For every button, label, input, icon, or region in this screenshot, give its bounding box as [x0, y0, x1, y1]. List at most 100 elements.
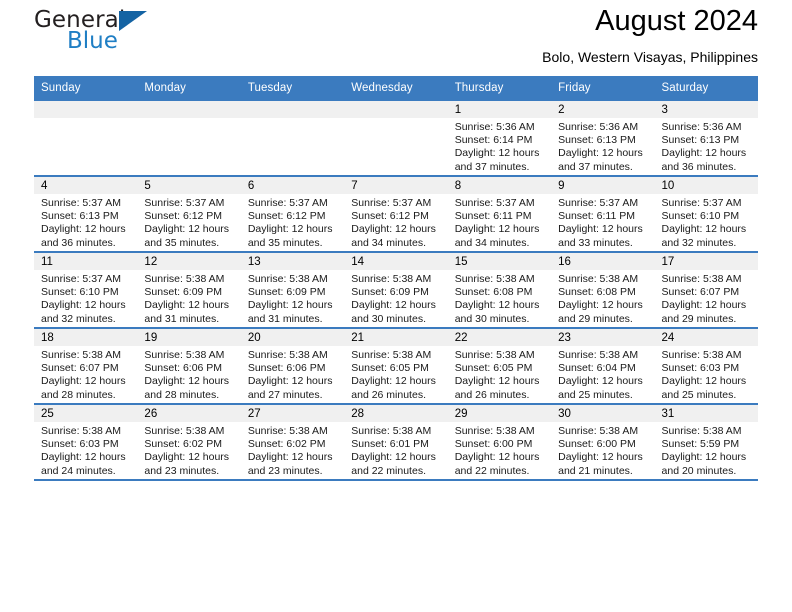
day-cell-content: 2 Sunrise: 5:36 AM Sunset: 6:13 PM Daylight…: [551, 101, 655, 175]
day-cell-content: 22 Sunrise: 5:38 AM Sunset: 6:05 PM Dayligh…: [447, 329, 552, 403]
calendar-day-cell[interactable]: 5 Sunrise: 5:37 AM Sunset: 6:12 PM Daylight…: [137, 175, 241, 252]
calendar-day-cell[interactable]: 7 Sunrise: 5:37 AM Sunset: 6:12 PM Daylight…: [344, 175, 448, 252]
calendar-day-cell[interactable]: 23 Sunrise: 5:38 AM Sunset: 6:04 PM Dayligh…: [551, 327, 655, 404]
sunrise-time: Sunrise: 5:38 AM: [247, 425, 328, 437]
daylight-duration-line1: Daylight: 12 hours: [41, 223, 126, 236]
daylight-duration-line2: and 34 minutes.: [351, 236, 426, 249]
calendar-day-cell[interactable]: 22 Sunrise: 5:38 AM Sunset: 6:05 PM Dayligh…: [447, 327, 552, 404]
day-cell-details: Sunrise: 5:38 AM Sunset: 6:02 PM Daylight:…: [241, 422, 344, 478]
day-cell-content: 26 Sunrise: 5:38 AM Sunset: 6:02 PM Dayligh…: [137, 405, 241, 479]
calendar-day-cell[interactable]: 31 Sunrise: 5:38 AM Sunset: 5:59 PM Dayligh…: [654, 403, 758, 479]
brand-logo[interactable]: General Blue: [34, 0, 234, 53]
calendar-day-cell[interactable]: 10 Sunrise: 5:37 AM Sunset: 6:10 PM Dayligh…: [654, 175, 758, 252]
daylight-duration-line2: and 34 minutes.: [454, 236, 530, 249]
daylight-duration-line1: Daylight: 12 hours: [144, 299, 230, 312]
day-cell-details: Sunrise: 5:38 AM Sunset: 6:06 PM Daylight:…: [137, 346, 240, 402]
day-number: 16: [551, 253, 655, 270]
weekday-header-wednesday: Wednesday: [344, 76, 448, 100]
daylight-duration-line2: and 31 minutes.: [247, 312, 323, 325]
day-number: 14: [344, 253, 448, 270]
calendar-day-cell[interactable]: 20 Sunrise: 5:38 AM Sunset: 6:06 PM Dayligh…: [240, 327, 345, 404]
sunrise-time: Sunrise: 5:37 AM: [351, 197, 432, 209]
day-number: 28: [344, 405, 448, 422]
calendar-day-cell[interactable]: 9 Sunrise: 5:37 AM Sunset: 6:11 PM Daylight…: [551, 175, 655, 252]
sunset-time: Sunset: 6:10 PM: [41, 286, 119, 299]
calendar-day-cell[interactable]: 26 Sunrise: 5:38 AM Sunset: 6:02 PM Dayligh…: [137, 403, 241, 479]
sunrise-time: Sunrise: 5:38 AM: [661, 349, 742, 361]
daylight-duration-line2: and 32 minutes.: [661, 236, 737, 249]
sunset-time: Sunset: 6:07 PM: [41, 362, 119, 375]
calendar-day-cell[interactable]: 12 Sunrise: 5:38 AM Sunset: 6:09 PM Dayligh…: [137, 251, 241, 328]
calendar-day-cell[interactable]: 21 Sunrise: 5:38 AM Sunset: 6:05 PM Dayligh…: [344, 327, 448, 404]
sunset-time: Sunset: 6:07 PM: [661, 286, 740, 299]
calendar-day-cell[interactable]: 2 Sunrise: 5:36 AM Sunset: 6:13 PM Daylight…: [551, 99, 655, 176]
daylight-duration-line1: Daylight: 12 hours: [351, 223, 436, 236]
calendar-day-cell[interactable]: 24 Sunrise: 5:38 AM Sunset: 6:03 PM Dayligh…: [654, 327, 758, 404]
daylight-duration-line2: and 20 minutes.: [661, 464, 737, 477]
calendar-day-cell[interactable]: 28 Sunrise: 5:38 AM Sunset: 6:01 PM Dayligh…: [344, 403, 448, 479]
sunset-time: Sunset: 6:11 PM: [558, 210, 635, 223]
calendar-day-cell[interactable]: 6 Sunrise: 5:37 AM Sunset: 6:12 PM Daylight…: [240, 175, 345, 252]
sunset-time: Sunset: 6:05 PM: [454, 362, 533, 375]
calendar-day-cell[interactable]: 13 Sunrise: 5:38 AM Sunset: 6:09 PM Dayligh…: [240, 251, 345, 328]
calendar-day-cell[interactable]: 4 Sunrise: 5:37 AM Sunset: 6:13 PM Daylight…: [34, 175, 138, 252]
sunrise-time: Sunrise: 5:37 AM: [558, 197, 639, 209]
weekday-header-thursday: Thursday: [447, 76, 552, 100]
calendar-day-cell[interactable]: 8 Sunrise: 5:37 AM Sunset: 6:11 PM Daylight…: [447, 175, 552, 252]
sunset-time: Sunset: 6:00 PM: [454, 438, 533, 451]
daylight-duration-line2: and 37 minutes.: [454, 160, 530, 173]
day-number: [344, 101, 448, 118]
sunrise-time: Sunrise: 5:38 AM: [41, 425, 121, 437]
day-cell-details: Sunrise: 5:38 AM Sunset: 6:05 PM Daylight:…: [448, 346, 551, 402]
calendar-day-cell[interactable]: 27 Sunrise: 5:38 AM Sunset: 6:02 PM Dayligh…: [240, 403, 345, 479]
daylight-duration-line1: Daylight: 12 hours: [661, 299, 747, 312]
sunrise-time: Sunrise: 5:38 AM: [41, 349, 121, 361]
sunrise-time: Sunrise: 5:38 AM: [558, 349, 639, 361]
calendar-week-row: 25 Sunrise: 5:38 AM Sunset: 6:03 PM Dayligh…: [34, 403, 758, 479]
calendar-day-cell[interactable]: 19 Sunrise: 5:38 AM Sunset: 6:06 PM Dayligh…: [137, 327, 241, 404]
day-cell-details: Sunrise: 5:37 AM Sunset: 6:12 PM Daylight:…: [241, 194, 344, 250]
calendar-day-cell[interactable]: 29 Sunrise: 5:38 AM Sunset: 6:00 PM Dayligh…: [447, 403, 552, 479]
day-cell-content: 31 Sunrise: 5:38 AM Sunset: 5:59 PM Dayligh…: [654, 405, 758, 479]
day-cell-content: [240, 101, 345, 175]
day-number: 29: [447, 405, 552, 422]
day-cell-details: Sunrise: 5:38 AM Sunset: 6:06 PM Daylight:…: [241, 346, 344, 402]
calendar-day-cell[interactable]: 15 Sunrise: 5:38 AM Sunset: 6:08 PM Dayligh…: [447, 251, 552, 328]
sunset-time: Sunset: 6:06 PM: [247, 362, 326, 375]
calendar-day-cell[interactable]: 11 Sunrise: 5:37 AM Sunset: 6:10 PM Dayligh…: [34, 251, 138, 328]
calendar-day-cell[interactable]: 18 Sunrise: 5:38 AM Sunset: 6:07 PM Dayligh…: [34, 327, 138, 404]
calendar-day-cell[interactable]: 25 Sunrise: 5:38 AM Sunset: 6:03 PM Dayligh…: [34, 403, 138, 479]
daylight-duration-line2: and 23 minutes.: [144, 464, 220, 477]
daylight-duration-line1: Daylight: 12 hours: [247, 451, 333, 464]
day-cell-content: 8 Sunrise: 5:37 AM Sunset: 6:11 PM Daylight…: [447, 177, 552, 251]
title-block: August 2024 Bolo, Western Visayas, Phili…: [542, 0, 758, 67]
daylight-duration-line2: and 27 minutes.: [247, 388, 323, 401]
calendar-bottom-rule: [34, 479, 758, 481]
day-cell-content: [137, 101, 241, 175]
sunrise-time: Sunrise: 5:37 AM: [41, 197, 121, 209]
daylight-duration-line2: and 24 minutes.: [41, 464, 116, 477]
calendar-day-cell[interactable]: 3 Sunrise: 5:36 AM Sunset: 6:13 PM Daylight…: [654, 99, 758, 176]
calendar-day-cell[interactable]: 14 Sunrise: 5:38 AM Sunset: 6:09 PM Dayligh…: [344, 251, 448, 328]
sunrise-time: Sunrise: 5:37 AM: [454, 197, 535, 209]
daylight-duration-line1: Daylight: 12 hours: [247, 375, 333, 388]
day-cell-details: Sunrise: 5:36 AM Sunset: 6:13 PM Daylight:…: [655, 118, 758, 174]
sunset-time: Sunset: 6:02 PM: [247, 438, 326, 451]
sunset-time: Sunset: 6:00 PM: [558, 438, 636, 451]
calendar-day-cell[interactable]: 1 Sunrise: 5:36 AM Sunset: 6:14 PM Daylight…: [447, 99, 552, 176]
day-cell-content: 4 Sunrise: 5:37 AM Sunset: 6:13 PM Daylight…: [34, 177, 138, 251]
calendar-header-row: Sunday Monday Tuesday Wednesday Thursday…: [34, 76, 758, 100]
day-number: 1: [447, 101, 552, 118]
sunrise-time: Sunrise: 5:38 AM: [558, 273, 639, 285]
daylight-duration-line2: and 22 minutes.: [351, 464, 426, 477]
weekday-header-monday: Monday: [137, 76, 241, 100]
day-number: 21: [344, 329, 448, 346]
daylight-duration-line2: and 22 minutes.: [454, 464, 530, 477]
sunset-time: Sunset: 6:13 PM: [41, 210, 119, 223]
sunset-time: Sunset: 6:13 PM: [661, 134, 740, 147]
day-cell-details: Sunrise: 5:37 AM Sunset: 6:12 PM Daylight:…: [137, 194, 240, 250]
calendar-day-cell[interactable]: 17 Sunrise: 5:38 AM Sunset: 6:07 PM Dayligh…: [654, 251, 758, 328]
day-cell-content: 17 Sunrise: 5:38 AM Sunset: 6:07 PM Dayligh…: [654, 253, 758, 327]
calendar-day-cell[interactable]: 16 Sunrise: 5:38 AM Sunset: 6:08 PM Dayligh…: [551, 251, 655, 328]
calendar-day-cell[interactable]: 30 Sunrise: 5:38 AM Sunset: 6:00 PM Dayligh…: [551, 403, 655, 479]
